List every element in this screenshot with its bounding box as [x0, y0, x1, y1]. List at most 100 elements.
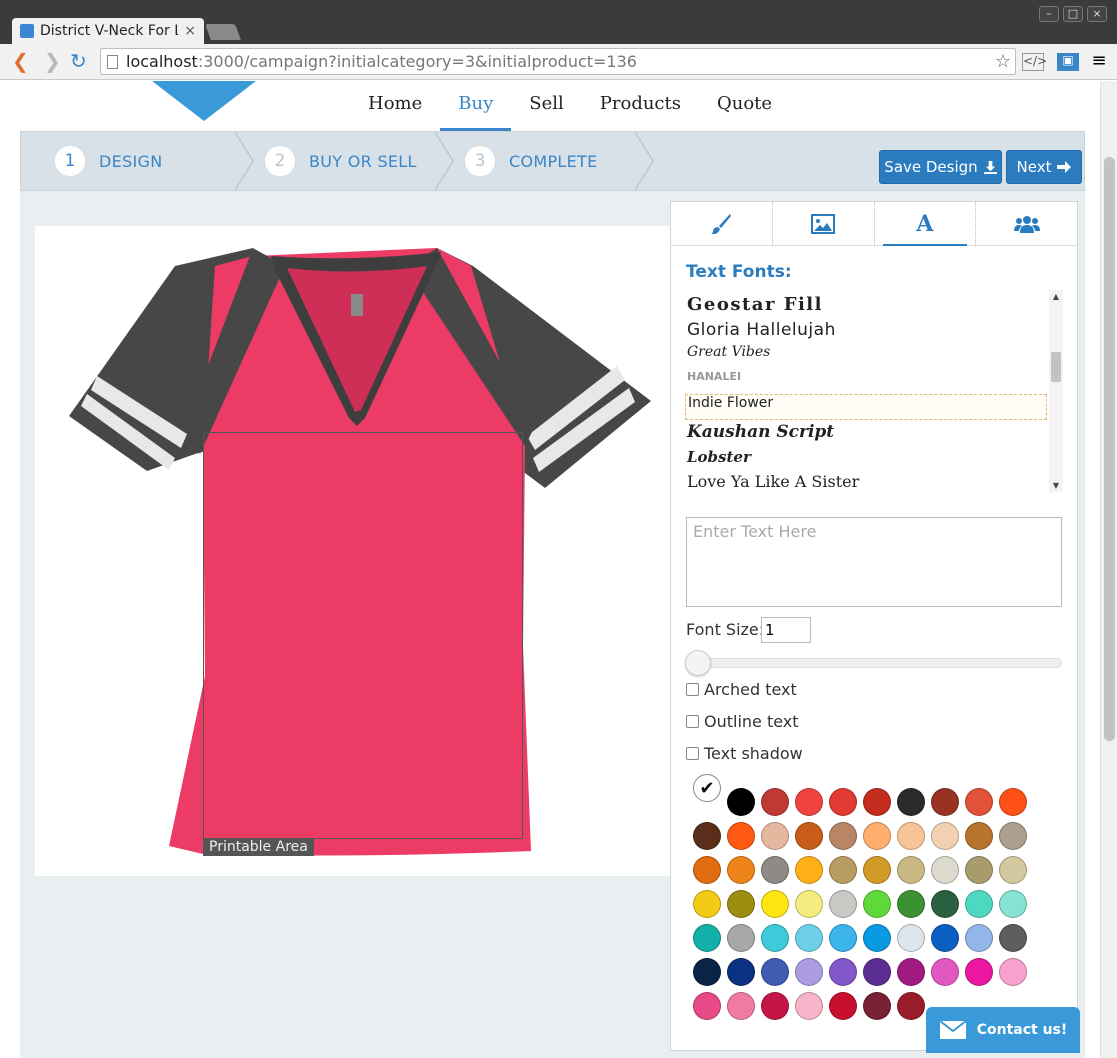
step-buy-or-sell[interactable]: 2 BUY OR SELL: [265, 132, 417, 190]
font-option[interactable]: Kaushan Script: [685, 422, 1047, 448]
color-swatch[interactable]: [761, 992, 789, 1020]
color-swatch[interactable]: [897, 924, 925, 952]
font-size-slider[interactable]: [686, 658, 1062, 668]
menu-icon[interactable]: ≡: [1088, 50, 1110, 71]
color-swatch[interactable]: [727, 890, 755, 918]
color-swatch[interactable]: [693, 958, 721, 986]
tab-paint[interactable]: [671, 202, 773, 245]
font-option-selected[interactable]: Indie Flower: [685, 394, 1047, 420]
color-swatch[interactable]: [829, 958, 857, 986]
color-swatch[interactable]: [965, 890, 993, 918]
color-swatch[interactable]: [693, 856, 721, 884]
color-swatch[interactable]: [897, 992, 925, 1020]
nav-quote[interactable]: Quote: [699, 81, 790, 131]
color-swatch[interactable]: [999, 924, 1027, 952]
color-swatch[interactable]: [795, 856, 823, 884]
color-swatch[interactable]: [965, 822, 993, 850]
color-swatch[interactable]: [795, 992, 823, 1020]
color-swatch[interactable]: [727, 822, 755, 850]
nav-products[interactable]: Products: [582, 81, 699, 131]
maximize-icon[interactable]: □: [1063, 6, 1083, 22]
browser-tab[interactable]: District V-Neck For L ×: [12, 18, 204, 44]
tab-team[interactable]: [976, 202, 1077, 245]
color-swatch[interactable]: [829, 992, 857, 1020]
color-swatch[interactable]: [727, 788, 755, 816]
color-swatch[interactable]: [897, 822, 925, 850]
step-complete[interactable]: 3 COMPLETE: [465, 132, 598, 190]
color-swatch[interactable]: [931, 788, 959, 816]
selected-color-check-icon[interactable]: ✔: [693, 774, 721, 802]
outline-text-checkbox[interactable]: [686, 715, 699, 728]
font-option[interactable]: Geostar Fill: [685, 294, 1047, 320]
font-option[interactable]: HANALEI: [685, 370, 1047, 396]
color-swatch[interactable]: [999, 890, 1027, 918]
color-swatch[interactable]: [795, 890, 823, 918]
color-swatch[interactable]: [727, 856, 755, 884]
address-bar[interactable]: localhost:3000/campaign?initialcategory=…: [100, 48, 1016, 75]
text-input[interactable]: [686, 517, 1062, 607]
back-icon[interactable]: ❮: [12, 50, 29, 72]
color-swatch[interactable]: [897, 856, 925, 884]
color-swatch[interactable]: [693, 992, 721, 1020]
color-swatch[interactable]: [931, 958, 959, 986]
color-swatch[interactable]: [795, 788, 823, 816]
save-design-button[interactable]: Save Design: [879, 150, 1002, 184]
new-tab-button[interactable]: [205, 24, 241, 40]
color-swatch[interactable]: [693, 890, 721, 918]
printable-area[interactable]: [203, 432, 523, 839]
color-swatch[interactable]: [795, 822, 823, 850]
color-swatch[interactable]: [863, 856, 891, 884]
font-option[interactable]: Great Vibes: [685, 344, 1047, 370]
color-swatch[interactable]: [829, 822, 857, 850]
nav-home[interactable]: Home: [350, 81, 440, 131]
color-swatch[interactable]: [693, 822, 721, 850]
color-swatch[interactable]: [795, 924, 823, 952]
color-swatch[interactable]: [727, 958, 755, 986]
color-swatch[interactable]: [693, 924, 721, 952]
arched-text-checkbox[interactable]: [686, 683, 699, 696]
color-swatch[interactable]: [863, 958, 891, 986]
arched-text-option[interactable]: Arched text: [686, 680, 797, 699]
color-swatch[interactable]: [761, 788, 789, 816]
page-scrollbar[interactable]: [1100, 81, 1117, 1058]
color-swatch[interactable]: [795, 958, 823, 986]
font-size-input[interactable]: [761, 617, 811, 643]
devtools-extension-icon[interactable]: </>: [1022, 53, 1047, 71]
color-swatch[interactable]: [931, 856, 959, 884]
font-size-slider-handle[interactable]: [685, 650, 711, 676]
color-swatch[interactable]: [727, 924, 755, 952]
color-swatch[interactable]: [863, 788, 891, 816]
color-swatch[interactable]: [897, 788, 925, 816]
next-button[interactable]: Next: [1006, 150, 1082, 184]
color-swatch[interactable]: [965, 958, 993, 986]
color-swatch[interactable]: [897, 958, 925, 986]
color-swatch[interactable]: [829, 856, 857, 884]
color-swatch[interactable]: [965, 924, 993, 952]
bookmark-star-icon[interactable]: ☆: [995, 51, 1011, 72]
nav-buy[interactable]: Buy: [440, 81, 512, 131]
text-shadow-option[interactable]: Text shadow: [686, 744, 803, 763]
color-swatch[interactable]: [999, 788, 1027, 816]
font-option[interactable]: Gloria Hallelujah: [685, 320, 1047, 346]
color-swatch[interactable]: [761, 822, 789, 850]
contact-us-button[interactable]: Contact us!: [926, 1007, 1080, 1053]
close-window-icon[interactable]: ×: [1087, 6, 1107, 22]
font-option[interactable]: Lobster: [685, 448, 1047, 474]
color-swatch[interactable]: [863, 924, 891, 952]
color-swatch[interactable]: [999, 856, 1027, 884]
tab-close-icon[interactable]: ×: [184, 23, 196, 39]
color-swatch[interactable]: [761, 958, 789, 986]
design-canvas[interactable]: Printable Area: [35, 226, 671, 876]
color-swatch[interactable]: [999, 822, 1027, 850]
step-design[interactable]: 1 DESIGN: [55, 132, 162, 190]
page-scroll-thumb[interactable]: [1104, 157, 1115, 741]
color-swatch[interactable]: [999, 958, 1027, 986]
color-swatch[interactable]: [965, 788, 993, 816]
tab-text[interactable]: A: [875, 202, 977, 246]
color-swatch[interactable]: [761, 924, 789, 952]
reload-icon[interactable]: ↻: [70, 50, 87, 72]
color-swatch[interactable]: [863, 822, 891, 850]
color-swatch[interactable]: [931, 890, 959, 918]
font-list-scroll-thumb[interactable]: [1051, 352, 1061, 382]
color-swatch[interactable]: [761, 890, 789, 918]
